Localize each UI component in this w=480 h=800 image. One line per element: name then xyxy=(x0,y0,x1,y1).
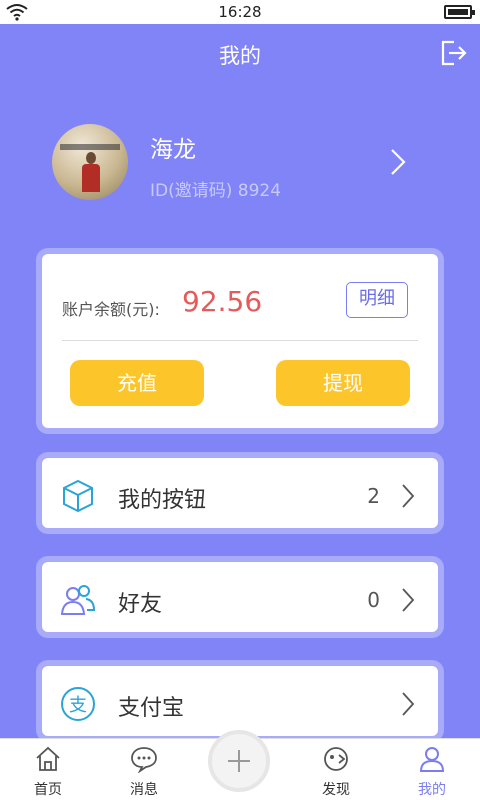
balance-label: 账户余额(元): xyxy=(62,300,160,319)
profile-name: 海龙 xyxy=(150,137,196,163)
menu-item-my-buttons[interactable]: 我的按钮 2 xyxy=(36,452,444,534)
status-time: 16:28 xyxy=(218,3,262,21)
chevron-right-icon xyxy=(402,692,414,716)
menu-item-label: 好友 xyxy=(118,592,163,617)
profile-id: ID(邀请码) 8924 xyxy=(150,181,282,201)
tab-label: 消息 xyxy=(130,782,158,798)
chevron-right-icon xyxy=(402,484,414,508)
tab-label: 首页 xyxy=(34,782,62,798)
tab-label: 我的 xyxy=(418,782,446,798)
message-icon xyxy=(131,747,157,773)
menu-item-label: 我的按钮 xyxy=(118,488,207,513)
balance-card: 账户余额(元): 92.56 明细 充值 提现 xyxy=(36,248,444,434)
detail-button[interactable]: 明细 xyxy=(346,282,408,318)
menu-item-friends[interactable]: 好友 0 xyxy=(36,556,444,638)
plus-icon xyxy=(228,750,250,772)
menu-item-count: 2 xyxy=(367,484,380,508)
balance-value: 92.56 xyxy=(182,285,263,318)
friends-icon xyxy=(60,585,96,615)
svg-text:支: 支 xyxy=(69,695,87,716)
tab-label: 发现 xyxy=(322,782,350,798)
menu-item-count: 0 xyxy=(367,588,380,612)
recharge-button[interactable]: 充值 xyxy=(70,360,204,406)
withdraw-button[interactable]: 提现 xyxy=(276,360,410,406)
profile-section[interactable]: 海龙 ID(邀请码) 8924 xyxy=(52,124,452,204)
user-icon xyxy=(419,747,445,772)
avatar[interactable] xyxy=(52,124,128,200)
tab-messages[interactable]: 消息 xyxy=(96,739,192,800)
plus-button[interactable] xyxy=(208,730,270,792)
menu-item-label: 支付宝 xyxy=(118,696,185,721)
tab-discover[interactable]: 发现 xyxy=(288,739,384,800)
tab-profile[interactable]: 我的 xyxy=(384,739,480,800)
chevron-right-icon[interactable] xyxy=(390,148,406,176)
chevron-right-icon xyxy=(402,588,414,612)
home-icon xyxy=(36,746,60,771)
discover-icon xyxy=(324,747,348,771)
divider xyxy=(62,340,418,341)
logout-icon[interactable] xyxy=(438,38,468,68)
battery-icon xyxy=(444,5,475,19)
tab-home[interactable]: 首页 xyxy=(0,739,96,800)
status-bar: 16:28 xyxy=(0,0,480,24)
page-title: 我的 xyxy=(219,44,261,68)
alipay-icon: 支 xyxy=(61,687,95,721)
cube-icon xyxy=(63,479,93,513)
